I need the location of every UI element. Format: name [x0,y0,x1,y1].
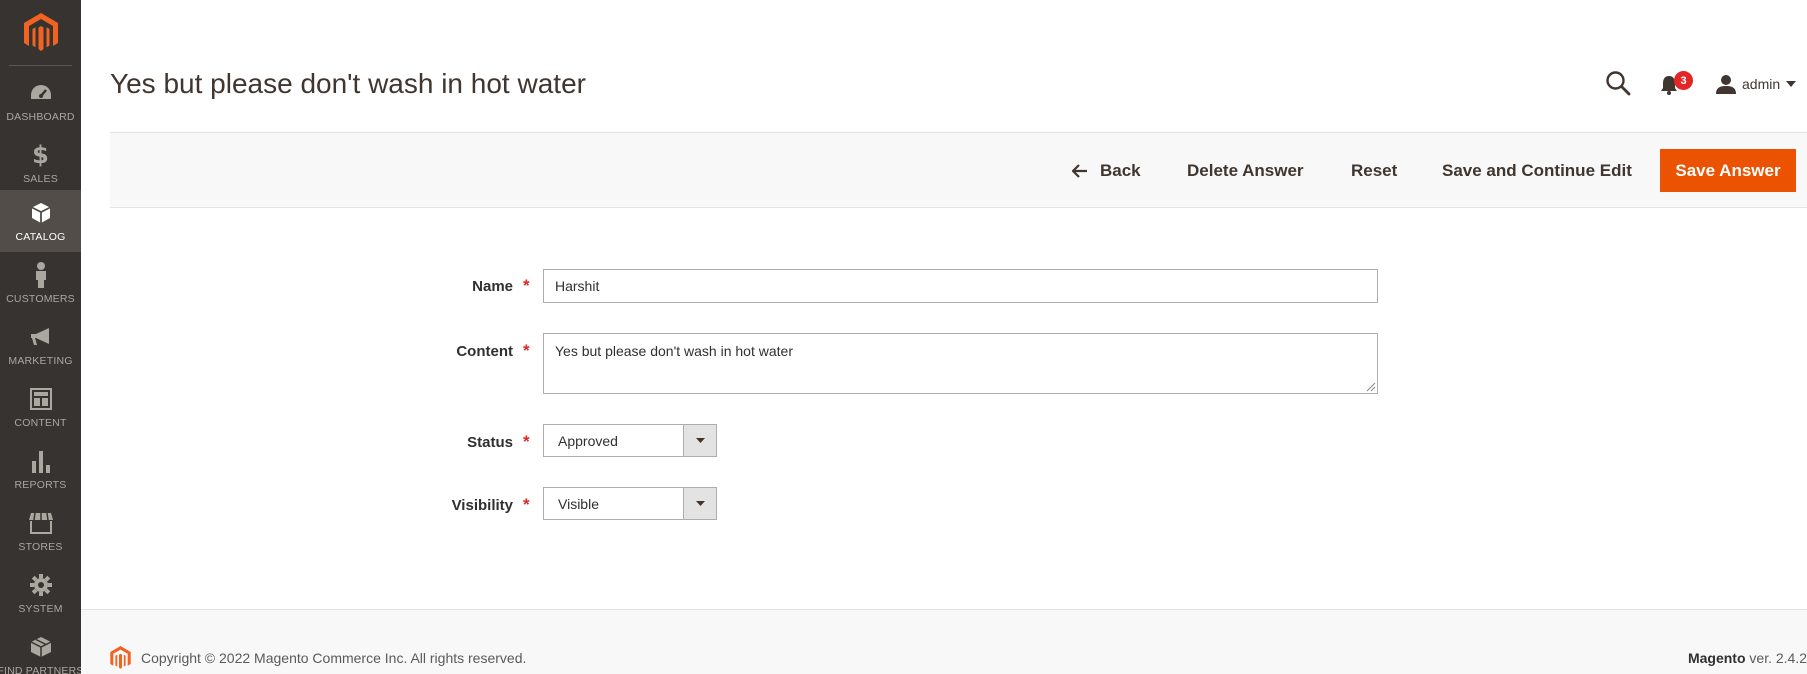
sidebar-item-customers[interactable]: CUSTOMERS [0,252,81,314]
global-search-button[interactable] [1605,70,1631,96]
magento-logo-icon [23,12,58,51]
name-input[interactable] [543,269,1378,303]
copyright-text: Copyright © 2022 Magento Commerce Inc. A… [141,650,527,666]
version-text: Magento ver. 2.4.2 [1688,650,1807,666]
box-icon [28,200,54,226]
storefront-icon [28,510,54,536]
back-button[interactable]: Back [1072,149,1141,192]
sidebar-item-label: STORES [18,541,63,553]
arrow-left-icon [1072,163,1088,178]
sidebar-item-system[interactable]: SYSTEM [0,562,81,624]
back-button-label: Back [1100,160,1141,180]
gear-icon [28,572,54,598]
status-select[interactable]: Approved [543,424,717,457]
page-footer: Copyright © 2022 Magento Commerce Inc. A… [81,609,1807,674]
content-label: Content [456,343,513,360]
chevron-down-icon [683,488,716,519]
sidebar-item-label: SYSTEM [18,603,63,615]
sidebar-item-find-partners[interactable]: FIND PARTNERS [0,624,84,674]
admin-sidebar: DASHBOARD $ SALES CATALOG CUSTOMERS MARK… [0,0,84,674]
magento-logo[interactable] [9,0,72,66]
name-label: Name [472,278,513,295]
dollar-icon: $ [32,141,49,169]
caret-down-icon [1786,81,1797,87]
visibility-select[interactable]: Visible [543,487,717,520]
sidebar-item-label: CONTENT [14,417,67,429]
delete-answer-button[interactable]: Delete Answer [1187,149,1304,192]
sidebar-item-label: SALES [23,173,58,185]
search-icon [1606,71,1631,96]
sidebar-item-stores[interactable]: STORES [0,500,81,562]
visibility-label: Visibility [451,497,513,514]
page-actions-bar: Back Delete Answer Reset Save and Contin… [110,132,1807,208]
person-icon [28,262,54,288]
sidebar-item-reports[interactable]: REPORTS [0,438,81,500]
status-label: Status [467,434,513,451]
resize-grip-icon[interactable] [1366,382,1376,392]
brand-name: Magento [1687,650,1746,666]
sidebar-item-label: DASHBOARD [6,111,75,123]
sidebar-item-content[interactable]: CONTENT [0,376,81,438]
reset-button[interactable]: Reset [1351,149,1397,192]
required-asterisk: * [523,341,530,360]
required-asterisk: * [523,276,530,295]
sidebar-item-label: CATALOG [15,231,66,243]
sidebar-item-label: CUSTOMERS [6,293,75,305]
sidebar-item-catalog[interactable]: CATALOG [0,190,81,252]
sidebar-item-marketing[interactable]: MARKETING [0,314,81,376]
sidebar-item-dashboard[interactable]: DASHBOARD [0,70,81,132]
user-name: admin [1742,76,1781,92]
layout-icon [28,386,54,412]
notifications-button[interactable]: 3 [1660,71,1693,98]
save-answer-button[interactable]: Save Answer [1660,149,1796,192]
status-selected-value: Approved [558,432,618,449]
content-textarea[interactable]: Yes but please don't wash in hot water [543,333,1378,394]
user-icon [1716,75,1736,94]
save-and-continue-button[interactable]: Save and Continue Edit [1442,149,1632,192]
sidebar-item-label: FIND PARTNERS [0,665,84,674]
required-asterisk: * [523,432,530,451]
magento-footer-logo-icon [110,646,131,669]
sidebar-item-label: MARKETING [8,355,73,367]
dashboard-icon [28,80,54,106]
sidebar-item-sales[interactable]: $ SALES [0,132,81,194]
page-title: Yes but please don't wash in hot water [110,68,586,99]
required-asterisk: * [523,495,530,514]
megaphone-icon [28,324,54,350]
visibility-selected-value: Visible [558,495,599,512]
notification-count-badge: 3 [1674,71,1693,90]
sidebar-item-label: REPORTS [14,479,67,491]
version-number: ver. 2.4.2 [1745,650,1807,666]
bar-chart-icon [28,448,54,474]
chevron-down-icon [683,425,716,456]
extensions-icon [28,634,54,660]
admin-user-menu[interactable]: admin [1716,72,1797,96]
